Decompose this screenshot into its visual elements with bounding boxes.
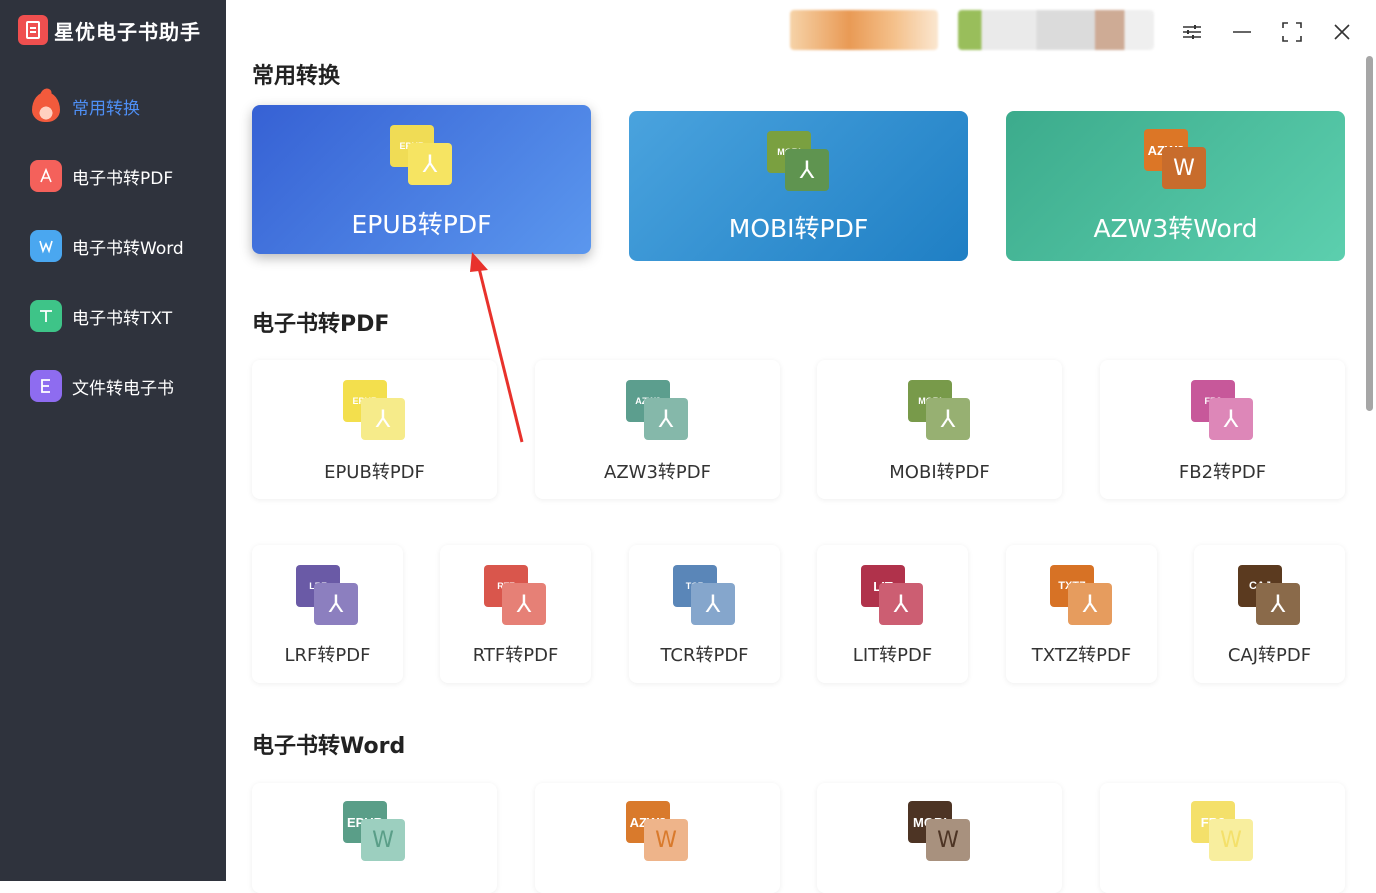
lit-to-pdf-icon: LIT ⅄ <box>861 565 925 625</box>
scrollbar[interactable] <box>1366 56 1373 411</box>
card-label: MOBI转PDF <box>889 462 990 483</box>
card-epub-to-word[interactable]: EPUB W <box>252 783 497 893</box>
card-txtz-to-pdf[interactable]: TXTZ ⅄ TXTZ转PDF <box>1006 545 1157 683</box>
card-azw3-to-word[interactable]: AZW3 W <box>535 783 780 893</box>
mobi-to-word-icon: MOBI W <box>908 801 972 861</box>
sidebar-item-label: 电子书转PDF <box>72 168 174 189</box>
txtz-to-pdf-icon: TXTZ ⅄ <box>1050 565 1114 625</box>
mobi-to-pdf-icon: MOBI ⅄ <box>767 131 831 191</box>
fb2-to-pdf-icon: FB2 ⅄ <box>1191 380 1255 440</box>
epub-to-pdf-icon: EPUB ⅄ <box>343 380 407 440</box>
fire-icon <box>30 88 62 124</box>
card-label: EPUB转PDF <box>324 462 425 483</box>
caj-to-pdf-icon: CAJ ⅄ <box>1238 565 1302 625</box>
tcr-to-pdf-icon: TCR ⅄ <box>673 565 737 625</box>
account-info-blurred[interactable] <box>958 10 1154 50</box>
word-icon <box>30 230 62 262</box>
minimize-icon[interactable] <box>1224 14 1260 50</box>
app-window: 星优电子书助手 常用转换 电子书转PDF 电子书转Word 电子书转TXT 文件… <box>0 0 1376 893</box>
card-label: TCR转PDF <box>660 645 749 666</box>
epub-to-pdf-icon: EPUB ⅄ <box>390 125 454 185</box>
featured-label: EPUB转PDF <box>351 210 492 239</box>
section-title-to-pdf: 电子书转PDF <box>252 312 390 337</box>
featured-epub-to-pdf[interactable]: EPUB ⅄ EPUB转PDF <box>252 105 591 254</box>
sidebar-item-ebook-to-pdf[interactable]: 电子书转PDF <box>30 156 220 196</box>
user-info-blurred[interactable] <box>790 10 938 50</box>
card-label: TXTZ转PDF <box>1031 645 1132 666</box>
sidebar: 星优电子书助手 常用转换 电子书转PDF 电子书转Word 电子书转TXT 文件… <box>0 0 226 881</box>
card-lrf-to-pdf[interactable]: LRF ⅄ LRF转PDF <box>252 545 403 683</box>
fb2-to-word-icon: FB2 W <box>1191 801 1255 861</box>
sidebar-item-file-to-ebook[interactable]: 文件转电子书 <box>30 366 220 406</box>
close-icon[interactable] <box>1324 14 1360 50</box>
rtf-to-pdf-icon: RTF ⅄ <box>484 565 548 625</box>
sidebar-item-label: 电子书转Word <box>72 238 184 259</box>
card-label: LRF转PDF <box>284 645 371 666</box>
settings-sliders-icon[interactable] <box>1174 14 1210 50</box>
brand: 星优电子书助手 <box>18 14 201 46</box>
sidebar-item-ebook-to-txt[interactable]: 电子书转TXT <box>30 296 220 336</box>
card-label: CAJ转PDF <box>1227 645 1312 666</box>
section-title-to-word: 电子书转Word <box>252 734 406 759</box>
card-fb2-to-word[interactable]: FB2 W <box>1100 783 1345 893</box>
card-label: LIT转PDF <box>852 645 933 666</box>
annotation-arrow <box>470 252 524 443</box>
card-azw3-to-pdf[interactable]: AZW3 ⅄ AZW3转PDF <box>535 360 780 499</box>
ebook-icon <box>30 370 62 402</box>
azw3-to-pdf-icon: AZW3 ⅄ <box>626 380 690 440</box>
featured-label: AZW3转Word <box>1093 214 1258 243</box>
featured-label: MOBI转PDF <box>728 214 869 243</box>
card-mobi-to-pdf[interactable]: MOBI ⅄ MOBI转PDF <box>817 360 1062 499</box>
card-mobi-to-word[interactable]: MOBI W <box>817 783 1062 893</box>
azw3-to-word-icon: AZW3 W <box>626 801 690 861</box>
maximize-icon[interactable] <box>1274 14 1310 50</box>
app-title: 星优电子书助手 <box>54 19 201 44</box>
sidebar-item-common[interactable]: 常用转换 <box>30 86 220 126</box>
featured-mobi-to-pdf[interactable]: MOBI ⅄ MOBI转PDF <box>629 111 968 261</box>
pdf-icon <box>30 160 62 192</box>
sidebar-item-label: 电子书转TXT <box>72 308 173 329</box>
card-label: AZW3转PDF <box>604 462 711 483</box>
epub-to-word-icon: EPUB W <box>343 801 407 861</box>
card-label: RTF转PDF <box>472 645 559 666</box>
featured-azw3-to-word[interactable]: AZW3 W AZW3转Word <box>1006 111 1345 261</box>
card-tcr-to-pdf[interactable]: TCR ⅄ TCR转PDF <box>629 545 780 683</box>
sidebar-item-label: 文件转电子书 <box>72 378 174 399</box>
app-logo-icon <box>18 15 48 45</box>
card-fb2-to-pdf[interactable]: FB2 ⅄ FB2转PDF <box>1100 360 1345 499</box>
mobi-to-pdf-icon: MOBI ⅄ <box>908 380 972 440</box>
section-title-common: 常用转换 <box>252 64 341 89</box>
card-label: FB2转PDF <box>1178 462 1267 483</box>
txt-icon <box>30 300 62 332</box>
azw3-to-word-icon: AZW3 W <box>1144 129 1208 189</box>
card-caj-to-pdf[interactable]: CAJ ⅄ CAJ转PDF <box>1194 545 1345 683</box>
sidebar-item-ebook-to-word[interactable]: 电子书转Word <box>30 226 220 266</box>
sidebar-item-label: 常用转换 <box>72 98 140 119</box>
lrf-to-pdf-icon: LRF ⅄ <box>296 565 360 625</box>
card-rtf-to-pdf[interactable]: RTF ⅄ RTF转PDF <box>440 545 591 683</box>
card-lit-to-pdf[interactable]: LIT ⅄ LIT转PDF <box>817 545 968 683</box>
